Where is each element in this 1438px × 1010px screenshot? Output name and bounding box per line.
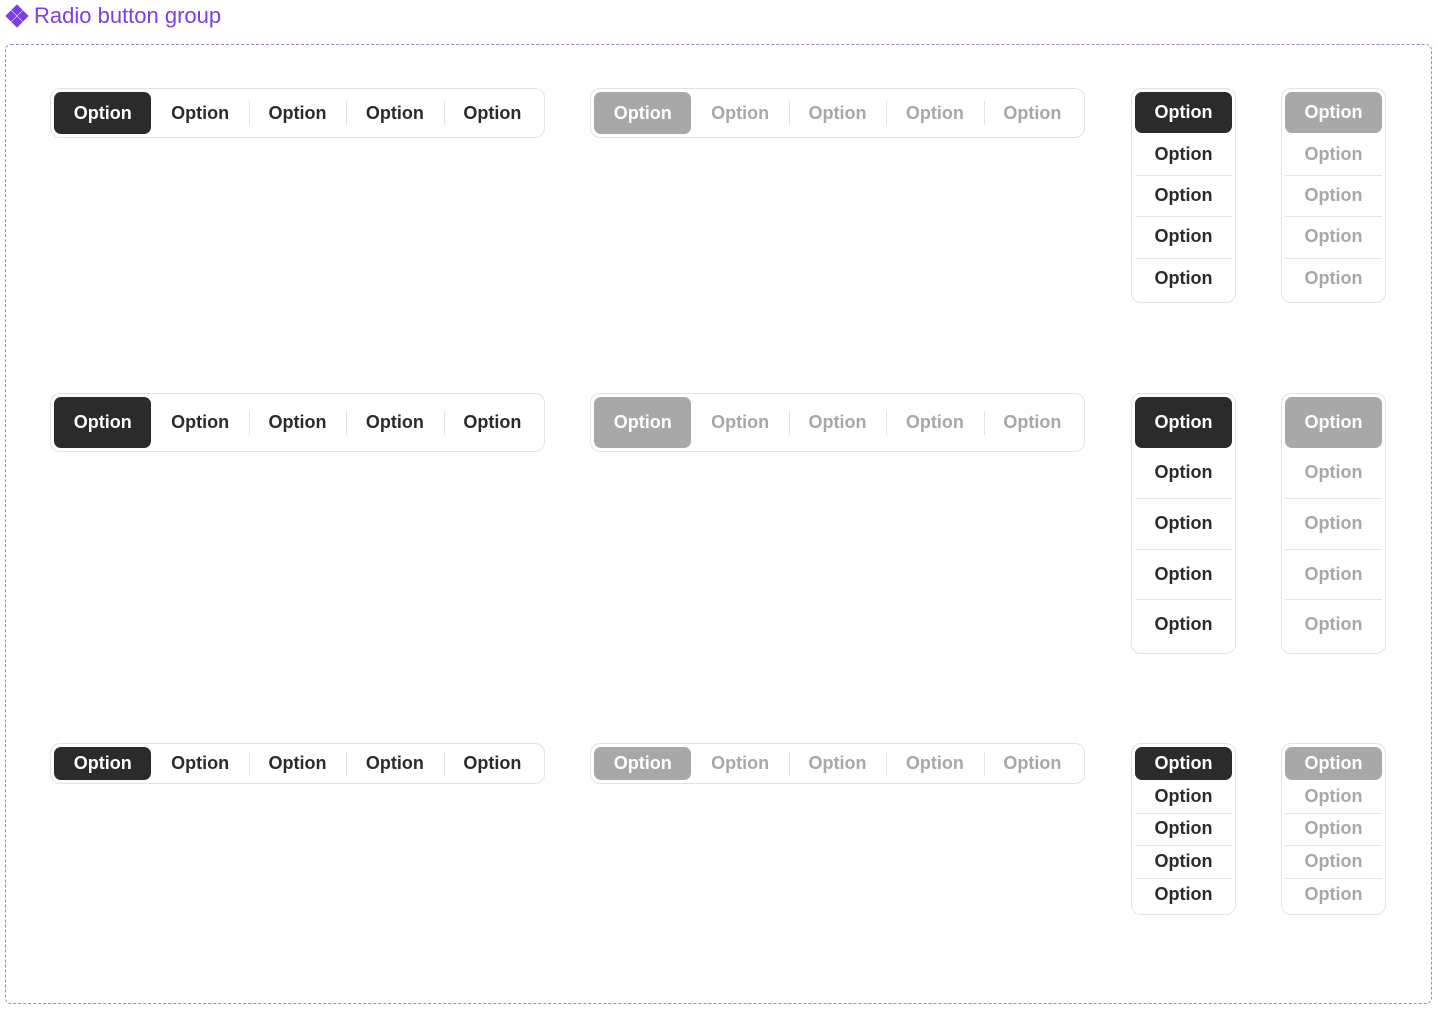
radio-option[interactable]: Option bbox=[1135, 174, 1232, 216]
component-title-label: Radio button group bbox=[34, 3, 222, 28]
radio-option-selected-disabled: Option bbox=[594, 92, 692, 134]
radio-option[interactable]: Option bbox=[443, 92, 541, 134]
radio-option-disabled: Option bbox=[983, 397, 1081, 448]
radio-option[interactable]: Option bbox=[1135, 780, 1232, 813]
radio-option-selected[interactable]: Option bbox=[1135, 92, 1232, 134]
radio-option[interactable]: Option bbox=[346, 397, 443, 448]
radio-group-horizontal: Option Option Option Option Option bbox=[50, 88, 545, 138]
radio-group-horizontal: Option Option Option Option Option bbox=[50, 393, 545, 452]
radio-option-disabled: Option bbox=[1304, 785, 1363, 806]
component-icon bbox=[5, 4, 29, 28]
radio-option[interactable]: Option bbox=[1135, 599, 1232, 650]
radio-option-disabled: Option bbox=[886, 747, 983, 780]
radio-option[interactable]: Option bbox=[1135, 498, 1232, 549]
radio-option[interactable]: Option bbox=[1135, 448, 1232, 499]
radio-option[interactable]: Option bbox=[443, 397, 541, 448]
radio-group-horizontal-disabled: Option Option Option Option Option bbox=[590, 88, 1085, 138]
radio-group-vertical-disabled: Option Option Option Option Option bbox=[1281, 743, 1386, 915]
radio-option-disabled: Option bbox=[1285, 174, 1382, 216]
component-title: Radio button group bbox=[5, 1, 222, 31]
radio-option[interactable]: Option bbox=[1135, 878, 1232, 911]
radio-group-vertical: Option Option Option Option Option bbox=[1131, 393, 1236, 654]
radio-option[interactable]: Option bbox=[1135, 548, 1232, 600]
radio-option[interactable]: Option bbox=[346, 92, 443, 134]
radio-group-horizontal-disabled: Option Option Option Option Option bbox=[590, 393, 1085, 452]
radio-option-selected-disabled: Option bbox=[1285, 397, 1382, 448]
radio-option-selected[interactable]: Option bbox=[54, 747, 152, 780]
radio-option-disabled: Option bbox=[1304, 143, 1363, 164]
radio-option[interactable]: Option bbox=[151, 92, 248, 134]
radio-option[interactable]: Option bbox=[248, 92, 346, 134]
radio-option-selected-disabled: Option bbox=[1285, 92, 1382, 134]
radio-group-vertical-disabled: Option Option Option Option Option bbox=[1281, 88, 1386, 303]
radio-option-disabled: Option bbox=[1304, 462, 1363, 483]
radio-option[interactable]: Option bbox=[248, 397, 346, 448]
radio-option-disabled: Option bbox=[1285, 498, 1382, 549]
radio-group-vertical-disabled: Option Option Option Option Option bbox=[1281, 393, 1386, 654]
radio-option-disabled: Option bbox=[886, 397, 983, 448]
radio-option-disabled: Option bbox=[1285, 548, 1382, 600]
radio-option-selected-disabled: Option bbox=[594, 397, 692, 448]
radio-option[interactable]: Option bbox=[346, 747, 443, 780]
radio-group-vertical: Option Option Option Option Option bbox=[1131, 743, 1236, 915]
radio-option[interactable]: Option bbox=[443, 747, 541, 780]
radio-option[interactable]: Option bbox=[1135, 257, 1232, 299]
radio-option-selected-disabled: Option bbox=[594, 747, 692, 780]
radio-group-vertical: Option Option Option Option Option bbox=[1131, 88, 1236, 303]
radio-option-disabled: Option bbox=[886, 92, 983, 134]
radio-option-disabled: Option bbox=[788, 747, 886, 780]
radio-option-disabled: Option bbox=[983, 92, 1081, 134]
radio-option-disabled: Option bbox=[711, 102, 770, 123]
radio-option-disabled: Option bbox=[1285, 599, 1382, 650]
radio-group-horizontal-disabled: Option Option Option Option Option bbox=[590, 743, 1085, 784]
radio-option[interactable]: Option bbox=[151, 397, 248, 448]
radio-option[interactable]: Option bbox=[1135, 133, 1232, 174]
radio-option-disabled: Option bbox=[711, 753, 770, 773]
radio-option-disabled: Option bbox=[788, 92, 886, 134]
radio-option-disabled: Option bbox=[788, 397, 886, 448]
radio-option-selected[interactable]: Option bbox=[1135, 747, 1232, 780]
radio-option-selected[interactable]: Option bbox=[54, 92, 152, 134]
radio-option-selected-disabled: Option bbox=[1285, 747, 1382, 780]
radio-option-disabled: Option bbox=[1285, 812, 1382, 846]
radio-option-disabled: Option bbox=[983, 747, 1081, 780]
radio-option-disabled: Option bbox=[1285, 257, 1382, 299]
radio-option[interactable]: Option bbox=[1135, 812, 1232, 846]
radio-option-disabled: Option bbox=[1285, 845, 1382, 878]
radio-option-selected[interactable]: Option bbox=[1135, 397, 1232, 448]
radio-group-horizontal: Option Option Option Option Option bbox=[50, 743, 545, 784]
radio-option-disabled: Option bbox=[711, 412, 770, 432]
radio-option-selected[interactable]: Option bbox=[54, 397, 152, 448]
radio-option[interactable]: Option bbox=[1135, 845, 1232, 878]
radio-option[interactable]: Option bbox=[151, 747, 248, 780]
radio-option[interactable]: Option bbox=[1135, 216, 1232, 257]
radio-option[interactable]: Option bbox=[248, 747, 346, 780]
radio-option-disabled: Option bbox=[1285, 216, 1382, 257]
radio-option-disabled: Option bbox=[1285, 878, 1382, 911]
